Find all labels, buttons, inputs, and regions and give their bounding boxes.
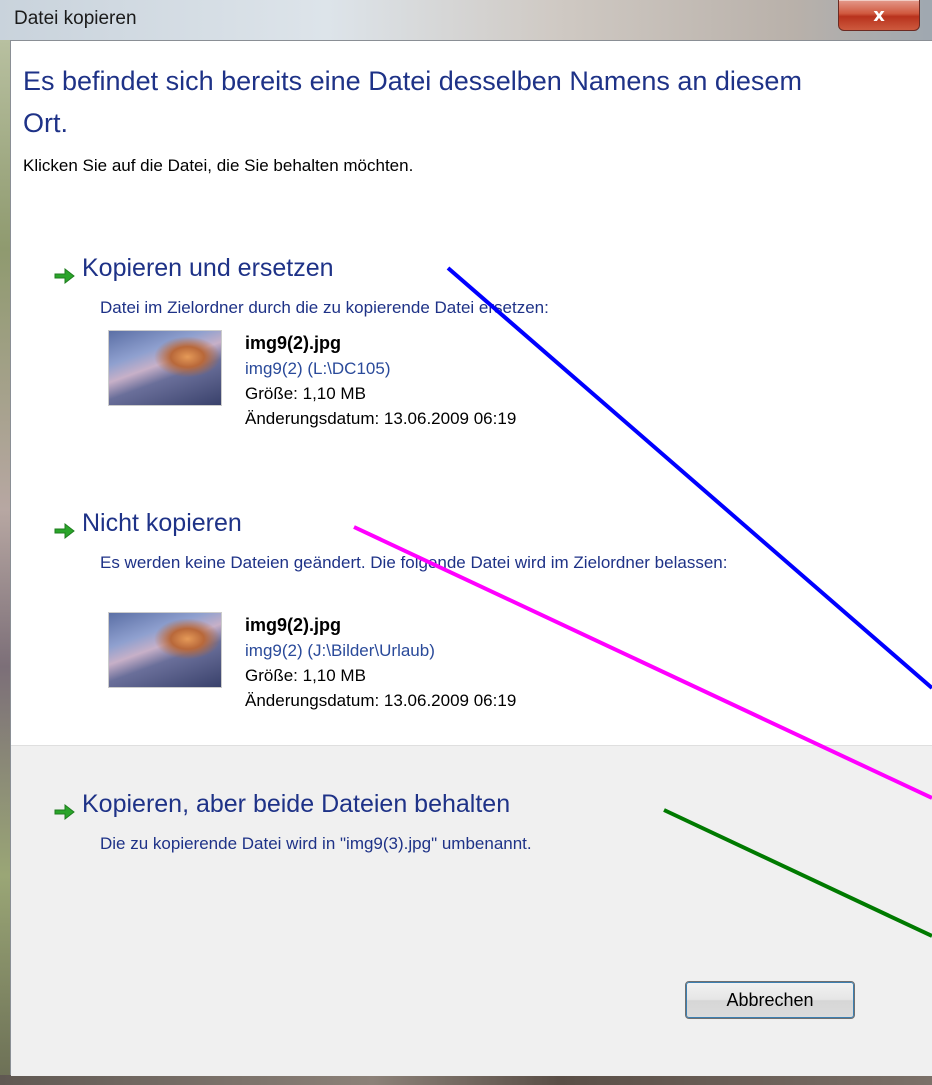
annotation-line-blue: [446, 266, 932, 690]
annotation-line-green: [663, 808, 932, 938]
annotation-overlay: [353, 266, 932, 938]
window-frame: Datei kopieren x Es befindet sich bereit…: [0, 0, 932, 1085]
annotation-line-magenta: [353, 525, 932, 800]
